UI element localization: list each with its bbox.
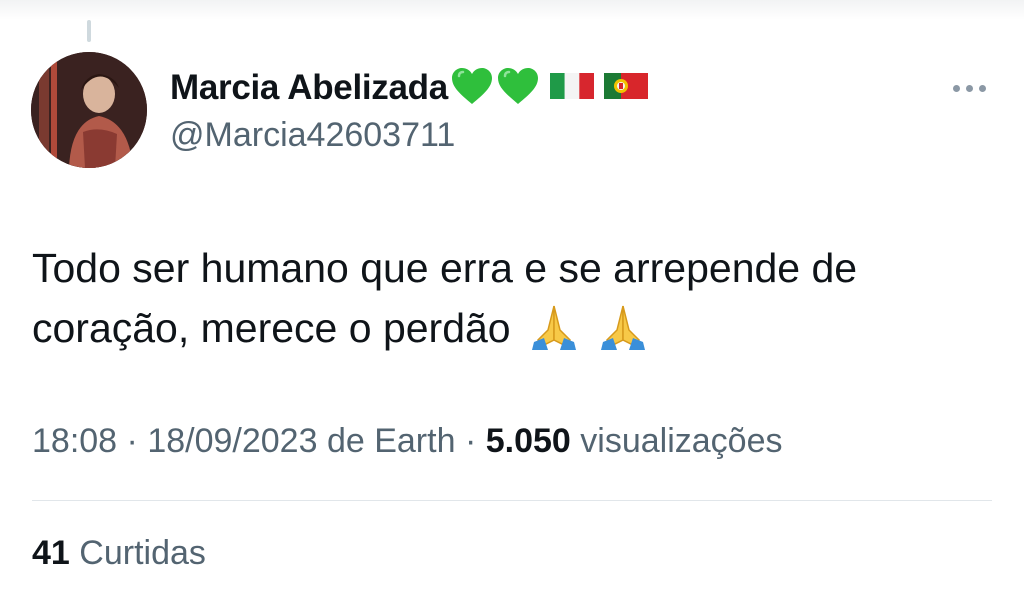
- green-heart-icon: [450, 66, 494, 111]
- likes-count[interactable]: 41: [32, 534, 70, 572]
- top-shade: [0, 0, 1024, 20]
- views-count: 5.050: [485, 422, 571, 460]
- tweet-text-line-1: Todo ser humano que erra e se arrepende …: [32, 245, 858, 291]
- tweet-text-line-2-row: coração, merece o perdão: [32, 298, 992, 368]
- tweet-date[interactable]: 18/09/2023: [147, 422, 317, 460]
- flag-portugal-icon: [603, 72, 648, 104]
- views-label: visualizações: [580, 422, 783, 460]
- tweet-meta-row: 18:08 · 18/09/2023 de Earth · 5.050 visu…: [32, 422, 782, 461]
- more-options-icon[interactable]: [944, 76, 994, 100]
- flag-italy-icon: [549, 72, 594, 104]
- display-name-row[interactable]: Marcia Abelizada: [170, 62, 648, 114]
- avatar[interactable]: [31, 52, 147, 168]
- folded-hands-icon: [597, 300, 649, 368]
- display-name[interactable]: Marcia Abelizada: [170, 68, 448, 108]
- user-handle[interactable]: @Marcia42603711: [170, 116, 648, 155]
- meta-separator: ·: [126, 422, 138, 460]
- green-heart-icon: [496, 66, 540, 111]
- divider: [32, 500, 992, 501]
- likes-row[interactable]: 41 Curtidas: [32, 534, 206, 573]
- tweet-source: de Earth: [326, 422, 456, 460]
- tweet-time[interactable]: 18:08: [32, 422, 117, 460]
- tweet-text: Todo ser humano que erra e se arrepende …: [32, 238, 992, 368]
- meta-separator: ·: [464, 422, 477, 460]
- folded-hands-icon: [528, 300, 580, 368]
- likes-label[interactable]: Curtidas: [79, 534, 206, 572]
- thread-connector-line: [87, 20, 91, 42]
- user-block: Marcia Abelizada @Marcia42603711: [170, 62, 648, 155]
- tweet-text-line-2: coração, merece o perdão: [32, 305, 511, 351]
